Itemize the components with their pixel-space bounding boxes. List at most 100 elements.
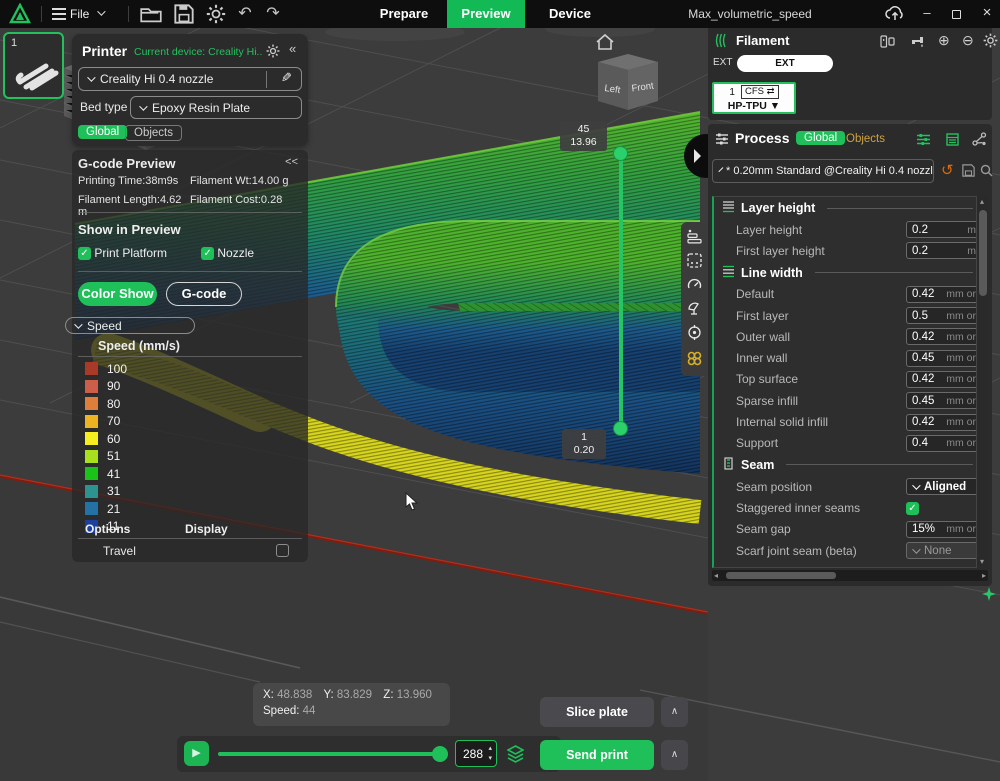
- faucet-icon[interactable]: [910, 34, 926, 48]
- preset-select[interactable]: * 0.20mm Standard @Creality Hi 0.4 nozzl…: [712, 159, 934, 183]
- add-filament-icon[interactable]: ⊕: [938, 32, 950, 49]
- close-button[interactable]: ×: [972, 0, 1000, 28]
- setting-input[interactable]: 15%mm or: [906, 521, 982, 538]
- filament-settings-gear-icon[interactable]: [983, 33, 998, 48]
- vertical-scrollbar[interactable]: ▴ ▾: [976, 196, 988, 568]
- spinner-up-icon[interactable]: ▴: [488, 745, 492, 752]
- setting-input[interactable]: 0.4mm or: [906, 435, 982, 452]
- save-preset-icon[interactable]: [962, 164, 975, 177]
- bed-type-select[interactable]: Epoxy Resin Plate: [130, 96, 302, 119]
- legend-mode-select[interactable]: Speed: [65, 317, 195, 334]
- layer-range-slider-track[interactable]: [619, 158, 623, 424]
- file-menu[interactable]: File: [70, 7, 89, 21]
- remove-filament-icon[interactable]: ⊖: [962, 32, 974, 49]
- printer-settings-gear-icon[interactable]: [266, 44, 280, 58]
- setting-input[interactable]: 0.42mm or: [906, 371, 982, 388]
- setting-input[interactable]: 0.45mm or: [906, 350, 982, 367]
- minimize-button[interactable]: –: [912, 0, 942, 28]
- settings-section-header[interactable]: Line width: [714, 262, 987, 284]
- reset-preset-icon[interactable]: ↺: [941, 161, 954, 179]
- scrollbar-thumb[interactable]: [726, 572, 836, 579]
- option-checkbox[interactable]: ✓: [78, 247, 91, 260]
- param-list-icon[interactable]: [916, 133, 931, 146]
- file-chevron-down-icon[interactable]: [97, 7, 105, 15]
- setting-input[interactable]: 0.5mm or: [906, 307, 982, 324]
- layer-slider-top-handle[interactable]: [613, 146, 628, 161]
- option-checkbox[interactable]: ✓: [201, 247, 214, 260]
- setting-input[interactable]: 0.45mm or: [906, 392, 982, 409]
- collapse-panel-icon[interactable]: «: [289, 41, 296, 56]
- horizontal-scrollbar[interactable]: ◂ ▸: [712, 570, 988, 581]
- send-options-caret[interactable]: ∧: [661, 740, 688, 770]
- speed-label: Speed:: [263, 705, 299, 717]
- printer-tab-global[interactable]: Global: [78, 125, 127, 139]
- setting-input[interactable]: 0.42mm or: [906, 414, 982, 431]
- speed-gauge-icon[interactable]: [686, 276, 703, 293]
- ai-sparkle-icon[interactable]: [982, 587, 996, 601]
- ext-selector-button[interactable]: EXT: [737, 55, 833, 72]
- play-button[interactable]: ▶: [184, 741, 209, 766]
- layer-progress-slider[interactable]: [218, 752, 440, 756]
- settings-section-header[interactable]: Seam: [714, 454, 987, 476]
- tab-device[interactable]: Device: [540, 0, 600, 28]
- target-icon[interactable]: [686, 324, 703, 341]
- menu-icon[interactable]: [52, 8, 66, 20]
- layer-number-spinner[interactable]: 288 ▴ ▾: [455, 740, 497, 767]
- slot-material[interactable]: HP-TPU ▼: [714, 100, 794, 112]
- slice-plate-button[interactable]: Slice plate: [540, 697, 654, 727]
- tab-prepare[interactable]: Prepare: [371, 0, 437, 28]
- scroll-down-icon[interactable]: ▾: [980, 557, 984, 567]
- expand-arrow-icon: [694, 149, 701, 163]
- process-tab-objects[interactable]: Objects: [846, 133, 885, 145]
- input-value: 0.45: [912, 395, 946, 407]
- spinner-down-icon[interactable]: ▾: [488, 755, 492, 762]
- travel-checkbox[interactable]: [276, 544, 289, 557]
- printer-tab-objects[interactable]: Objects: [125, 125, 182, 141]
- setting-select[interactable]: None: [906, 542, 982, 559]
- edit-pencil-icon[interactable]: ✎: [281, 70, 292, 86]
- view-cube[interactable]: Left Front: [598, 54, 658, 110]
- filament-slot[interactable]: 1CFS ⇄ HP-TPU ▼: [712, 82, 796, 114]
- redo-icon[interactable]: ↷: [262, 4, 284, 24]
- radar-dish-icon[interactable]: [686, 300, 703, 317]
- search-preset-icon[interactable]: [980, 164, 993, 177]
- gcode-button[interactable]: G-code: [166, 282, 242, 306]
- tab-preview[interactable]: Preview: [447, 0, 525, 28]
- setting-row: Default0.42mm or: [714, 284, 987, 305]
- scroll-up-icon[interactable]: ▴: [980, 197, 984, 207]
- plate-thumbnail[interactable]: 1: [3, 32, 64, 99]
- setting-checkbox[interactable]: ✓: [906, 502, 919, 515]
- undo-icon[interactable]: ↶: [234, 4, 256, 24]
- layers-stack-icon[interactable]: [507, 745, 524, 763]
- open-folder-icon[interactable]: [140, 4, 162, 24]
- setting-input[interactable]: 0.42mm or: [906, 328, 982, 345]
- layer-bars-icon[interactable]: [686, 228, 703, 245]
- ams-sync-icon[interactable]: [880, 35, 895, 48]
- setting-input[interactable]: 0.2m: [906, 221, 982, 238]
- setting-input[interactable]: 0.2m: [906, 242, 982, 259]
- maximize-button[interactable]: [942, 0, 972, 28]
- printer-select[interactable]: Creality Hi 0.4 nozzle ✎: [78, 67, 302, 91]
- color-clover-icon[interactable]: [686, 350, 703, 367]
- settings-gear-icon[interactable]: [205, 4, 227, 24]
- scrollbar-thumb[interactable]: [979, 210, 987, 296]
- layer-slider-bottom-handle[interactable]: [613, 421, 628, 436]
- scroll-left-icon[interactable]: ◂: [714, 571, 718, 581]
- slice-options-caret[interactable]: ∧: [661, 697, 688, 727]
- param-table-icon[interactable]: [946, 133, 959, 146]
- select-area-icon[interactable]: [686, 252, 703, 269]
- settings-section-header[interactable]: Layer height: [714, 197, 987, 219]
- setting-select[interactable]: Aligned: [906, 478, 982, 495]
- legend-value: 51: [107, 449, 120, 463]
- slot-type-badge[interactable]: CFS ⇄: [741, 85, 779, 99]
- gcode-collapse-icon[interactable]: <<: [285, 156, 298, 168]
- scroll-right-icon[interactable]: ▸: [982, 571, 986, 581]
- slider-handle[interactable]: [432, 746, 448, 762]
- process-tab-global[interactable]: Global: [796, 131, 845, 145]
- save-icon[interactable]: [173, 4, 195, 24]
- color-show-button[interactable]: Color Show: [78, 282, 157, 306]
- setting-input[interactable]: 0.42mm or: [906, 286, 982, 303]
- compare-presets-icon[interactable]: [972, 132, 987, 146]
- cloud-upload-icon[interactable]: [885, 5, 905, 22]
- send-print-button[interactable]: Send print: [540, 740, 654, 770]
